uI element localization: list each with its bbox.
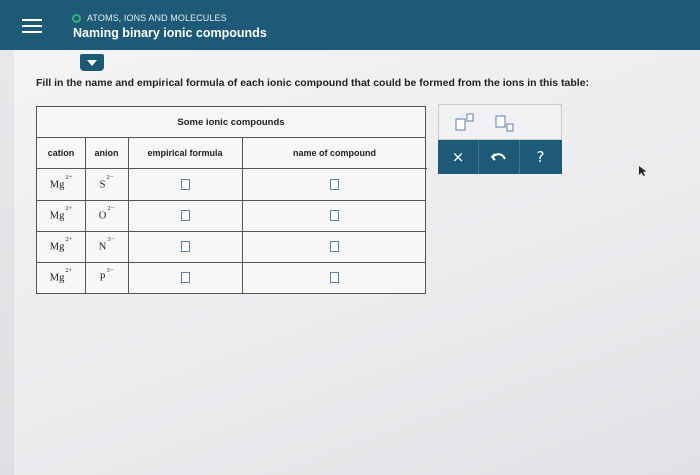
empirical-formula-input[interactable] — [180, 210, 190, 221]
anion-symbol: O2− — [98, 205, 115, 222]
template-palette — [438, 104, 562, 140]
chevron-down-icon — [87, 59, 97, 66]
anion-cell: S2− — [85, 169, 128, 200]
table-caption: Some ionic compounds — [37, 107, 425, 138]
collapse-toggle[interactable] — [80, 54, 104, 71]
progress-circle-icon — [72, 13, 81, 23]
top-bar: ATOMS, IONS AND MOLECULES Naming binary … — [0, 0, 700, 50]
column-header-cation: cation — [37, 138, 85, 169]
empirical-formula-input[interactable] — [180, 179, 190, 190]
compound-name-cell — [242, 169, 427, 200]
empirical-formula-input[interactable] — [180, 272, 190, 283]
compound-name-cell — [242, 231, 427, 262]
compound-name-cell — [242, 200, 427, 231]
topic-breadcrumb[interactable]: ATOMS, IONS AND MOLECULES — [72, 11, 227, 25]
close-icon: × — [451, 148, 465, 166]
empirical-formula-input[interactable] — [180, 241, 190, 252]
compound-name-input[interactable] — [330, 210, 339, 221]
cation-cell: Mg2+ — [37, 231, 85, 262]
page-title: Naming binary ionic compounds — [73, 26, 267, 40]
subscript-template-icon — [495, 115, 514, 132]
cation-cell: Mg2+ — [37, 262, 85, 293]
empirical-formula-cell — [128, 200, 242, 231]
cation-symbol: Mg2+ — [49, 205, 73, 222]
undo-icon — [491, 153, 506, 161]
clear-button[interactable]: × — [438, 140, 479, 174]
anion-symbol: P3− — [99, 267, 114, 284]
empirical-formula-cell — [128, 262, 242, 293]
superscript-template-icon — [455, 113, 474, 131]
undo-button[interactable] — [479, 140, 520, 174]
compound-name-input[interactable] — [330, 241, 339, 252]
mouse-cursor-icon — [639, 166, 647, 176]
topic-label: ATOMS, IONS AND MOLECULES — [87, 13, 227, 23]
cation-symbol: Mg2+ — [49, 174, 73, 191]
help-icon: ? — [536, 148, 545, 166]
empirical-formula-cell — [128, 169, 242, 200]
column-header-compound-name: name of compound — [242, 138, 427, 169]
answer-toolbar: × ? — [438, 104, 562, 174]
compound-name-cell — [242, 262, 427, 293]
anion-cell: P3− — [85, 262, 128, 293]
cation-cell: Mg2+ — [37, 169, 85, 200]
instruction-text: Fill in the name and empirical formula o… — [36, 77, 590, 89]
cation-symbol: Mg2+ — [49, 236, 73, 253]
ionic-compounds-table: Some ionic compounds cation anion empiri… — [36, 106, 427, 294]
anion-symbol: S2− — [99, 174, 114, 191]
compound-name-input[interactable] — [330, 179, 339, 190]
cation-symbol: Mg2+ — [49, 267, 73, 284]
empirical-formula-cell — [128, 231, 242, 262]
compound-name-input[interactable] — [330, 272, 339, 283]
anion-symbol: N3− — [98, 236, 115, 253]
anion-cell: O2− — [85, 200, 128, 231]
superscript-button[interactable] — [449, 111, 483, 135]
column-header-anion: anion — [85, 138, 128, 169]
action-bar: × ? — [438, 140, 562, 174]
menu-icon[interactable] — [22, 18, 42, 34]
subscript-button[interactable] — [489, 111, 523, 135]
column-header-empirical-formula: empirical formula — [128, 138, 242, 169]
anion-cell: N3− — [85, 231, 128, 262]
help-button[interactable]: ? — [520, 140, 561, 174]
cation-cell: Mg2+ — [37, 200, 85, 231]
